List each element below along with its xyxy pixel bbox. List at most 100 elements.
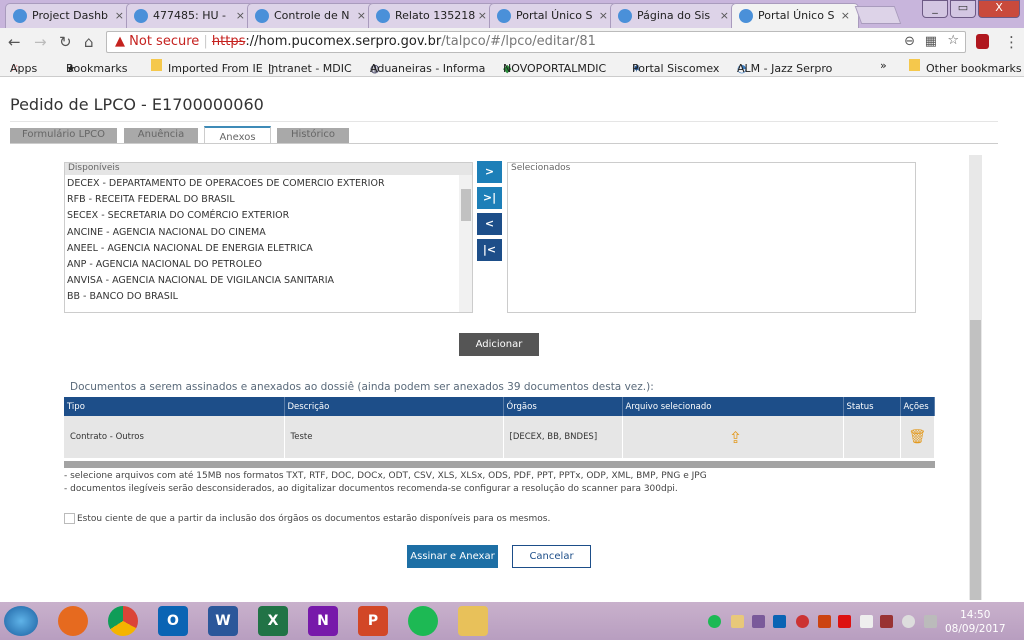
tab-anexos[interactable]: Anexos [204,126,271,144]
maximize-button[interactable]: ▭ [950,0,976,18]
other-bookmarks[interactable]: Other bookmarks [909,59,1022,75]
network-icon[interactable] [924,615,937,628]
acknowledge-label[interactable]: Estou ciente de que a partir da inclusão… [77,514,550,524]
trash-icon[interactable]: 🗑 [900,416,935,458]
close-tab-icon[interactable]: × [599,9,608,22]
selected-list[interactable]: Selecionados [507,162,916,313]
browser-tab[interactable]: Project Dashb × [5,3,133,28]
zoom-icon[interactable]: ⊖ [904,34,915,49]
browser-tab[interactable]: Controle de N × [247,3,375,28]
acrobat-tray-icon[interactable] [818,615,831,628]
selected-label: Selecionados [508,163,915,175]
ublock-icon[interactable] [976,34,989,49]
mail-tray-icon[interactable] [731,615,744,628]
explorer-icon[interactable] [458,606,488,636]
forward-icon[interactable]: → [34,33,47,51]
home-icon[interactable]: ⌂ [84,33,94,51]
spotify-tray-icon[interactable] [708,615,721,628]
tab-title: 477485: HU - [153,9,226,22]
list-option[interactable]: ANEEL - AGENCIA NACIONAL DE ENERGIA ELET… [65,240,472,256]
scroll-thumb[interactable] [970,320,981,600]
word-icon[interactable]: W [208,606,238,636]
back-icon[interactable]: ← [8,33,21,51]
start-button[interactable] [4,606,38,636]
documents-table: Tipo Descrição Órgãos Arquivo selecionad… [64,397,935,458]
browser-tab[interactable]: Página do Sis × [610,3,738,28]
browser-tab[interactable]: 477485: HU - × [126,3,254,28]
firefox-icon[interactable] [58,606,88,636]
close-tab-icon[interactable]: × [478,9,487,22]
menu-icon[interactable]: ⋮ [1004,33,1019,51]
close-tab-icon[interactable]: × [357,9,366,22]
add-button[interactable]: Adicionar [459,333,539,356]
security-tray-icon[interactable] [796,615,809,628]
tab-formulario[interactable]: Formulário LPCO [10,128,117,143]
col-status: Status [843,397,901,416]
move-all-right-button[interactable]: >| [477,187,502,209]
close-window-button[interactable]: X [978,0,1020,18]
action-center-icon[interactable] [860,615,873,628]
bookmark-label: Other bookmarks [926,62,1022,75]
move-left-button[interactable]: < [477,213,502,235]
sign-attach-button[interactable]: Assinar e Anexar [407,545,498,568]
list-scrollbar[interactable] [459,175,472,312]
available-list[interactable]: Disponíveis DECEX - DEPARTAMENTO DE OPER… [64,162,473,313]
star-icon[interactable]: ☆ [947,33,959,48]
tab-anuencia[interactable]: Anuência [124,128,198,143]
reload-icon[interactable]: ↻ [59,33,72,51]
translate-icon[interactable]: ▦ [925,34,937,49]
close-tab-icon[interactable]: × [236,9,245,22]
clock[interactable]: 14:50 08/09/2017 [945,608,1006,636]
list-option[interactable]: DECEX - DEPARTAMENTO DE OPERACOES DE COM… [65,175,472,191]
close-tab-icon[interactable]: × [720,9,729,22]
close-tab-icon[interactable]: × [841,9,850,22]
scroll-thumb[interactable] [461,189,471,221]
move-right-button[interactable]: > [477,161,502,183]
outlook-tray-icon[interactable] [773,615,786,628]
date: 08/09/2017 [945,623,1006,635]
minimize-button[interactable]: _ [922,0,948,18]
cell-orgaos: [DECEX, BB, BNDES] [503,416,623,458]
new-tab-button[interactable] [854,6,902,24]
note-legibility: - documentos ilegíveis serão desconsider… [64,484,678,494]
browser-tab[interactable]: Portal Único S × [489,3,617,28]
acknowledge-checkbox[interactable] [64,513,75,524]
list-option[interactable]: RFB - RECEITA FEDERAL DO BRASIL [65,191,472,207]
browser-tab[interactable]: Portal Único S × [731,3,859,28]
page-scrollbar[interactable] [969,155,982,600]
not-secure-label[interactable]: Not secure [129,34,199,49]
col-arquivo: Arquivo selecionado [622,397,844,416]
close-tab-icon[interactable]: × [115,9,124,22]
move-all-left-button[interactable]: |< [477,239,502,261]
bookmark-imported[interactable]: Imported From IE [151,59,263,75]
table-row: Contrato - Outros Teste [DECEX, BB, BNDE… [64,416,935,458]
volume-icon[interactable] [902,615,915,628]
favicon-icon [618,9,632,23]
list-option[interactable]: SECEX - SECRETARIA DO COMÉRCIO EXTERIOR [65,207,472,223]
favicon-icon [497,9,511,23]
list-option[interactable]: ANVISA - AGENCIA NACIONAL DE VIGILANCIA … [65,272,472,288]
url-bar[interactable]: ▲ Not secure | https://hom.pucomex.serpr… [106,31,966,53]
mcafee-tray-icon[interactable] [880,615,893,628]
bookmarks-overflow[interactable]: » [880,59,887,72]
onenote-tray-icon[interactable] [752,615,765,628]
list-option[interactable]: ANP - AGENCIA NACIONAL DO PETROLEO [65,256,472,272]
list-option[interactable]: BB - BANCO DO BRASIL [65,288,472,304]
upload-icon[interactable]: ⇪ [622,416,844,458]
tab-title: Portal Único S [516,9,593,22]
spotify-icon[interactable] [408,606,438,636]
list-option[interactable]: ANCINE - AGENCIA NACIONAL DO CINEMA [65,224,472,240]
cell-tipo: Contrato - Outros [64,416,285,458]
tab-historico[interactable]: Histórico [277,128,349,143]
favicon-icon [739,9,753,23]
outlook-icon[interactable]: O [158,606,188,636]
url-scheme: https [211,34,246,49]
page-title: Pedido de LPCO - E1700000060 [10,95,264,114]
ati-tray-icon[interactable] [838,615,851,628]
cancel-button[interactable]: Cancelar [512,545,591,568]
excel-icon[interactable]: X [258,606,288,636]
onenote-icon[interactable]: N [308,606,338,636]
chrome-icon[interactable] [108,606,138,636]
powerpoint-icon[interactable]: P [358,606,388,636]
browser-tab[interactable]: Relato 135218 × [368,3,496,28]
